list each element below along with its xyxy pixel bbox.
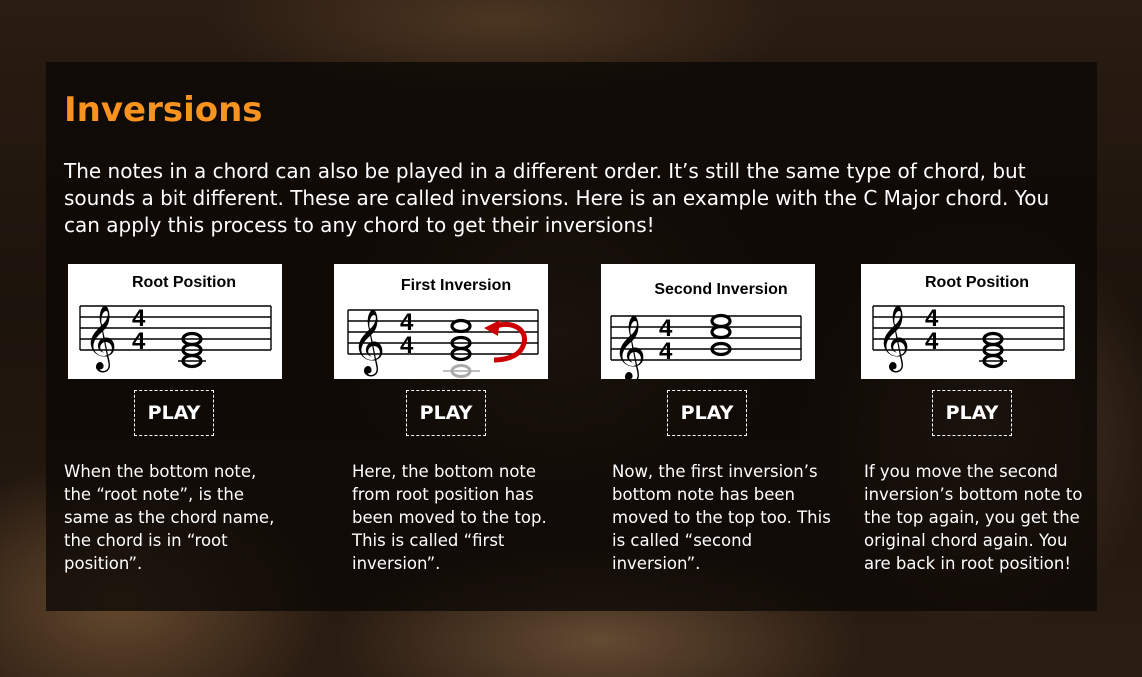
image-heading: Second Inversion	[654, 281, 787, 298]
intro-paragraph: The notes in a chord can also be played …	[64, 159, 1050, 237]
staff-notation-first: First Inversion 𝄞 4 4	[347, 277, 539, 378]
image-heading: Root Position	[925, 274, 1029, 291]
play-button-root-position[interactable]: PLAY	[134, 390, 214, 436]
staff-notation-root-again: Root Position 𝄞 4 4	[872, 274, 1065, 372]
time-signature-bottom: 4	[132, 328, 146, 355]
arrow-head-icon	[484, 320, 500, 336]
treble-clef-icon: 𝄞	[352, 309, 385, 376]
second-inversion-description: Now, the first inversion’s bottom note h…	[612, 462, 831, 573]
image-heading: Root Position	[132, 274, 236, 291]
first-inversion-description: Here, the bottom note from root position…	[352, 462, 547, 573]
image-heading: First Inversion	[401, 277, 511, 294]
first-inversion-image: First Inversion 𝄞 4 4	[334, 264, 548, 379]
time-signature-bottom: 4	[659, 338, 673, 365]
treble-clef-icon: 𝄞	[877, 305, 910, 372]
second-inversion-image: Second Inversion 𝄞 4 4	[601, 264, 815, 379]
inversions-panel: Inversions The notes in a chord can also…	[46, 62, 1097, 611]
staff-notation-second: Second Inversion 𝄞 4 4	[610, 281, 802, 379]
time-signature-bottom: 4	[400, 332, 414, 359]
play-button-first-inversion[interactable]: PLAY	[406, 390, 486, 436]
root-position-again-description: If you move the second inversion’s botto…	[864, 462, 1083, 573]
play-button-second-inversion[interactable]: PLAY	[667, 390, 747, 436]
root-position-image: Root Position 𝄞 4 4	[68, 264, 282, 379]
treble-clef-icon: 𝄞	[84, 305, 117, 372]
staff-notation-root: Root Position 𝄞 4 4	[79, 274, 272, 372]
time-signature-bottom: 4	[925, 328, 939, 355]
treble-clef-icon: 𝄞	[613, 315, 646, 379]
section-title: Inversions	[64, 90, 263, 130]
root-position-description: When the bottom note, the “root note”, i…	[64, 462, 275, 573]
play-button-root-position-again[interactable]: PLAY	[932, 390, 1012, 436]
root-position-again-image: Root Position 𝄞 4 4	[861, 264, 1075, 379]
